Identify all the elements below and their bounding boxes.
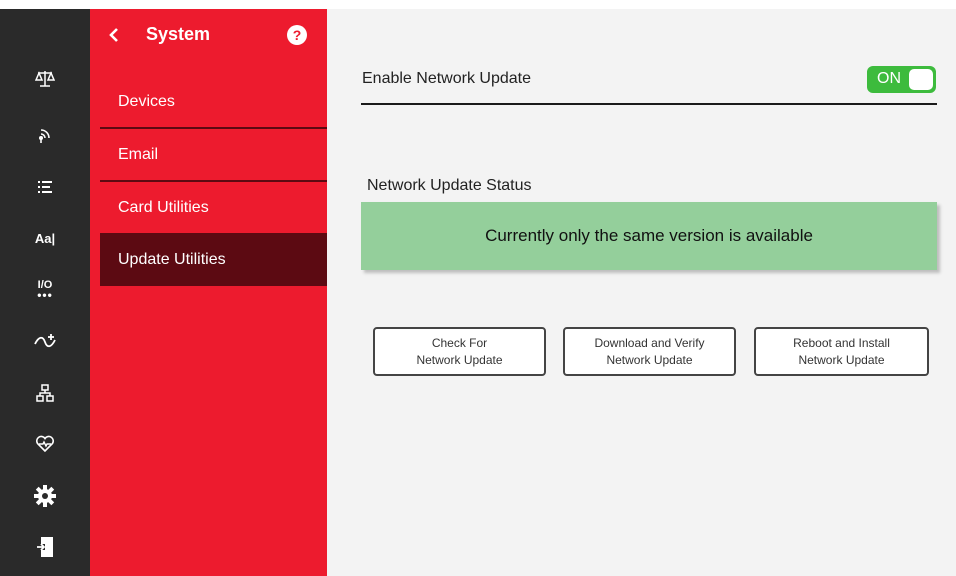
network-update-status-label: Network Update Status xyxy=(367,177,532,194)
help-icon[interactable]: ? xyxy=(286,24,308,46)
chevron-left-icon[interactable] xyxy=(108,27,120,43)
button-line-1: Download and Verify xyxy=(594,335,705,350)
logout-icon[interactable] xyxy=(0,529,90,565)
sidebar-title: System xyxy=(146,24,211,44)
toggle-knob xyxy=(909,69,933,90)
sidebar-item-label: Card Utilities xyxy=(118,199,209,216)
status-message: Currently only the same version is avail… xyxy=(485,226,813,245)
sidebar-item-label: Update Utilities xyxy=(118,250,226,268)
sidebar-item-update-utilities[interactable]: Update Utilities xyxy=(100,233,327,286)
button-line-1: Reboot and Install xyxy=(793,335,890,350)
reboot-and-install-button[interactable]: Reboot and Install Network Update xyxy=(754,327,929,376)
signal-icon[interactable] xyxy=(0,117,90,153)
check-for-update-button[interactable]: Check For Network Update xyxy=(373,327,546,376)
sidebar-item-devices[interactable]: Devices xyxy=(100,77,327,127)
toggle-state-label: ON xyxy=(877,70,901,87)
sidebar-item-label: Devices xyxy=(118,93,175,110)
button-line-2: Network Update xyxy=(798,352,885,367)
button-line-1: Check For xyxy=(431,335,488,350)
sidebar-item-label: Email xyxy=(118,146,159,163)
icon-sidebar: Aa| I/O ••• xyxy=(0,9,90,576)
font-icon[interactable]: Aa| xyxy=(0,220,90,256)
enable-network-update-toggle[interactable]: ON xyxy=(867,66,936,93)
button-line-2: Network Update xyxy=(416,352,503,367)
network-update-status-box: Currently only the same version is avail… xyxy=(361,202,937,270)
download-and-verify-button[interactable]: Download and Verify Network Update xyxy=(563,327,736,376)
network-icon[interactable] xyxy=(0,375,90,411)
sidebar-header: System ? xyxy=(90,9,327,57)
section-divider xyxy=(361,103,937,105)
sidebar-item-card-utilities[interactable]: Card Utilities xyxy=(100,183,327,233)
flow-icon[interactable] xyxy=(0,323,90,359)
font-icon-label: Aa| xyxy=(34,230,56,246)
io-dots: ••• xyxy=(37,288,53,302)
sidebar-item-email[interactable]: Email xyxy=(100,130,327,180)
system-sidebar: System ? Devices Email Card Utilities Up… xyxy=(90,9,327,576)
sidebar-divider xyxy=(100,127,327,129)
scale-icon[interactable] xyxy=(0,61,90,97)
enable-network-update-label: Enable Network Update xyxy=(362,70,531,87)
gear-icon[interactable] xyxy=(0,478,90,514)
button-line-2: Network Update xyxy=(606,352,693,367)
sidebar-divider xyxy=(100,180,327,182)
main-panel xyxy=(327,9,956,576)
health-icon[interactable] xyxy=(0,426,90,462)
io-icon[interactable]: I/O ••• xyxy=(0,272,90,308)
svg-text:?: ? xyxy=(293,27,302,43)
list-icon[interactable] xyxy=(0,169,90,205)
